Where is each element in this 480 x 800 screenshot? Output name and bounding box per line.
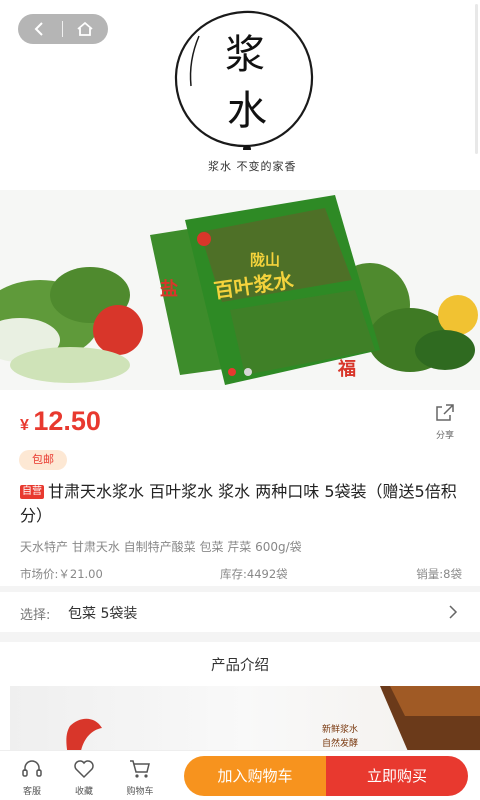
carousel-indicators bbox=[0, 368, 480, 380]
home-button[interactable] bbox=[63, 14, 107, 44]
product-title: 自营 甘肃天水浆水 百叶浆水 浆水 两种口味 5袋装（赠送5倍积分） bbox=[20, 480, 460, 528]
heart-icon bbox=[74, 760, 94, 779]
chevron-right-icon bbox=[449, 605, 458, 619]
market-price: 市场价:￥21.00 bbox=[20, 567, 103, 581]
intro-artwork bbox=[66, 686, 480, 750]
logo-text-top: 浆 bbox=[225, 32, 265, 78]
cart-label: 购物车 bbox=[126, 787, 154, 797]
cart-icon bbox=[130, 760, 150, 778]
add-to-cart-button[interactable]: 加入购物车 bbox=[184, 756, 326, 796]
favorite-label: 收藏 bbox=[74, 787, 93, 797]
back-button[interactable] bbox=[18, 14, 62, 44]
cart-button[interactable]: 购物车 bbox=[120, 759, 160, 797]
product-image-carousel[interactable]: 陇山 百叶浆水 盐 福 bbox=[0, 190, 480, 390]
favorite-button[interactable]: 收藏 bbox=[64, 759, 104, 797]
intro-tagline-2: 自然发酵 bbox=[322, 739, 359, 749]
carousel-dot[interactable] bbox=[244, 368, 252, 376]
product-title-text: 甘肃天水浆水 百叶浆水 浆水 两种口味 5袋装（赠送5倍积分） bbox=[20, 482, 457, 525]
share-icon bbox=[436, 404, 454, 421]
brand-logo: 浆 水 bbox=[174, 10, 314, 150]
intro-image: 新鲜浆水 自然发酵 bbox=[10, 686, 480, 750]
carousel-dot[interactable] bbox=[228, 368, 236, 376]
price-value: 12.50 bbox=[33, 406, 101, 436]
sales: 销量:8袋 bbox=[416, 567, 462, 581]
brand-banner: 浆 水 浆水 不变的家香 bbox=[0, 0, 480, 190]
product-photo: 陇山 百叶浆水 盐 福 bbox=[0, 190, 480, 390]
product-detail-page: 浆 水 浆水 不变的家香 陇山 百叶浆水 盐 福 ¥ 12.50 分享 包邮 自… bbox=[0, 0, 480, 800]
product-info: ¥ 12.50 分享 包邮 自营 甘肃天水浆水 百叶浆水 浆水 两种口味 5袋装（… bbox=[0, 390, 480, 586]
intro-tagline-1: 新鲜浆水 bbox=[322, 725, 359, 735]
spec-label: 选择: bbox=[20, 608, 51, 623]
bag-char-left: 盐 bbox=[160, 278, 178, 300]
spec-selector[interactable]: 选择: 包菜 5袋装 bbox=[0, 592, 480, 632]
share-label: 分享 bbox=[435, 431, 454, 441]
back-arrow-icon bbox=[34, 22, 43, 36]
intro-heading: 产品介绍 bbox=[211, 658, 269, 674]
spec-value: 包菜 5袋装 bbox=[68, 606, 138, 622]
self-operated-tag: 自营 bbox=[20, 485, 44, 499]
logo-text-bottom: 水 bbox=[227, 88, 267, 134]
product-subtitle: 天水特产 甘肃天水 自制特产酸菜 包菜 芹菜 600g/袋 bbox=[20, 540, 302, 554]
bottom-action-bar: 客服 收藏 购物车 加入购物车 立即购买 bbox=[0, 750, 480, 800]
brand-slogan: 浆水 不变的家香 bbox=[208, 160, 297, 173]
stock: 库存:4492袋 bbox=[220, 567, 288, 581]
product-intro: 产品介绍 新鲜浆水 自然发酵 bbox=[0, 642, 480, 750]
share-button[interactable]: 分享 bbox=[430, 402, 460, 441]
currency-symbol: ¥ bbox=[20, 417, 29, 434]
home-icon bbox=[77, 21, 93, 36]
nav-capsule bbox=[18, 14, 108, 44]
buy-now-button[interactable]: 立即购买 bbox=[326, 756, 468, 796]
bag-brand: 陇山 bbox=[250, 251, 280, 269]
service-label: 客服 bbox=[22, 787, 41, 797]
free-shipping-badge: 包邮 bbox=[19, 450, 67, 470]
price: ¥ 12.50 bbox=[20, 406, 101, 437]
scrollbar[interactable] bbox=[475, 4, 478, 154]
customer-service-button[interactable]: 客服 bbox=[12, 759, 52, 797]
headset-icon bbox=[22, 760, 42, 777]
